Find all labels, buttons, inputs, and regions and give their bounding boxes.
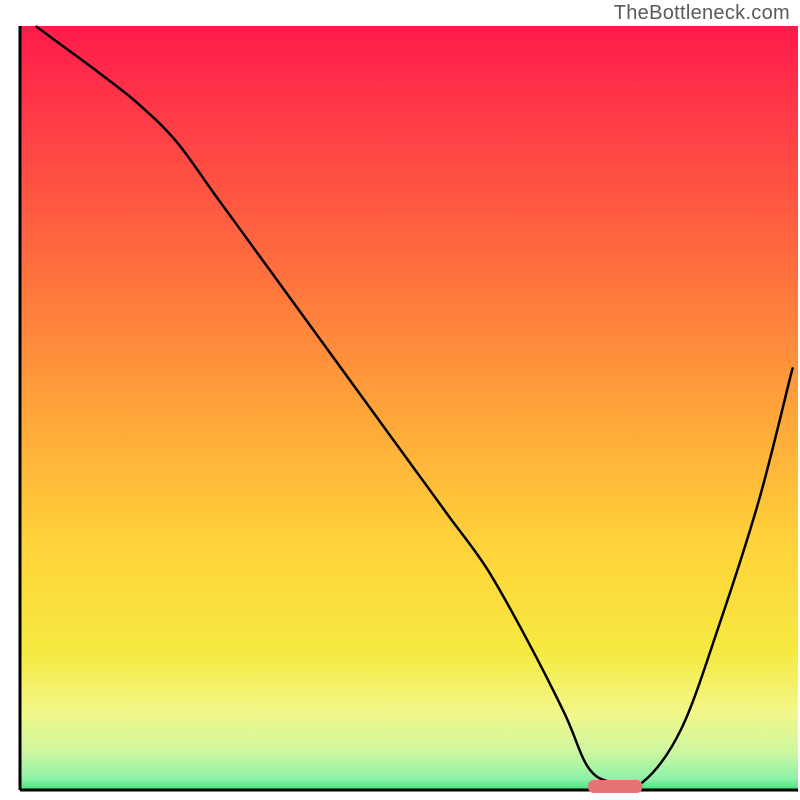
bottleneck-chart [0,0,800,800]
optimum-marker [588,780,642,793]
chart-container: TheBottleneck.com [0,0,800,800]
plot-background [20,26,798,790]
watermark-text: TheBottleneck.com [614,2,790,25]
